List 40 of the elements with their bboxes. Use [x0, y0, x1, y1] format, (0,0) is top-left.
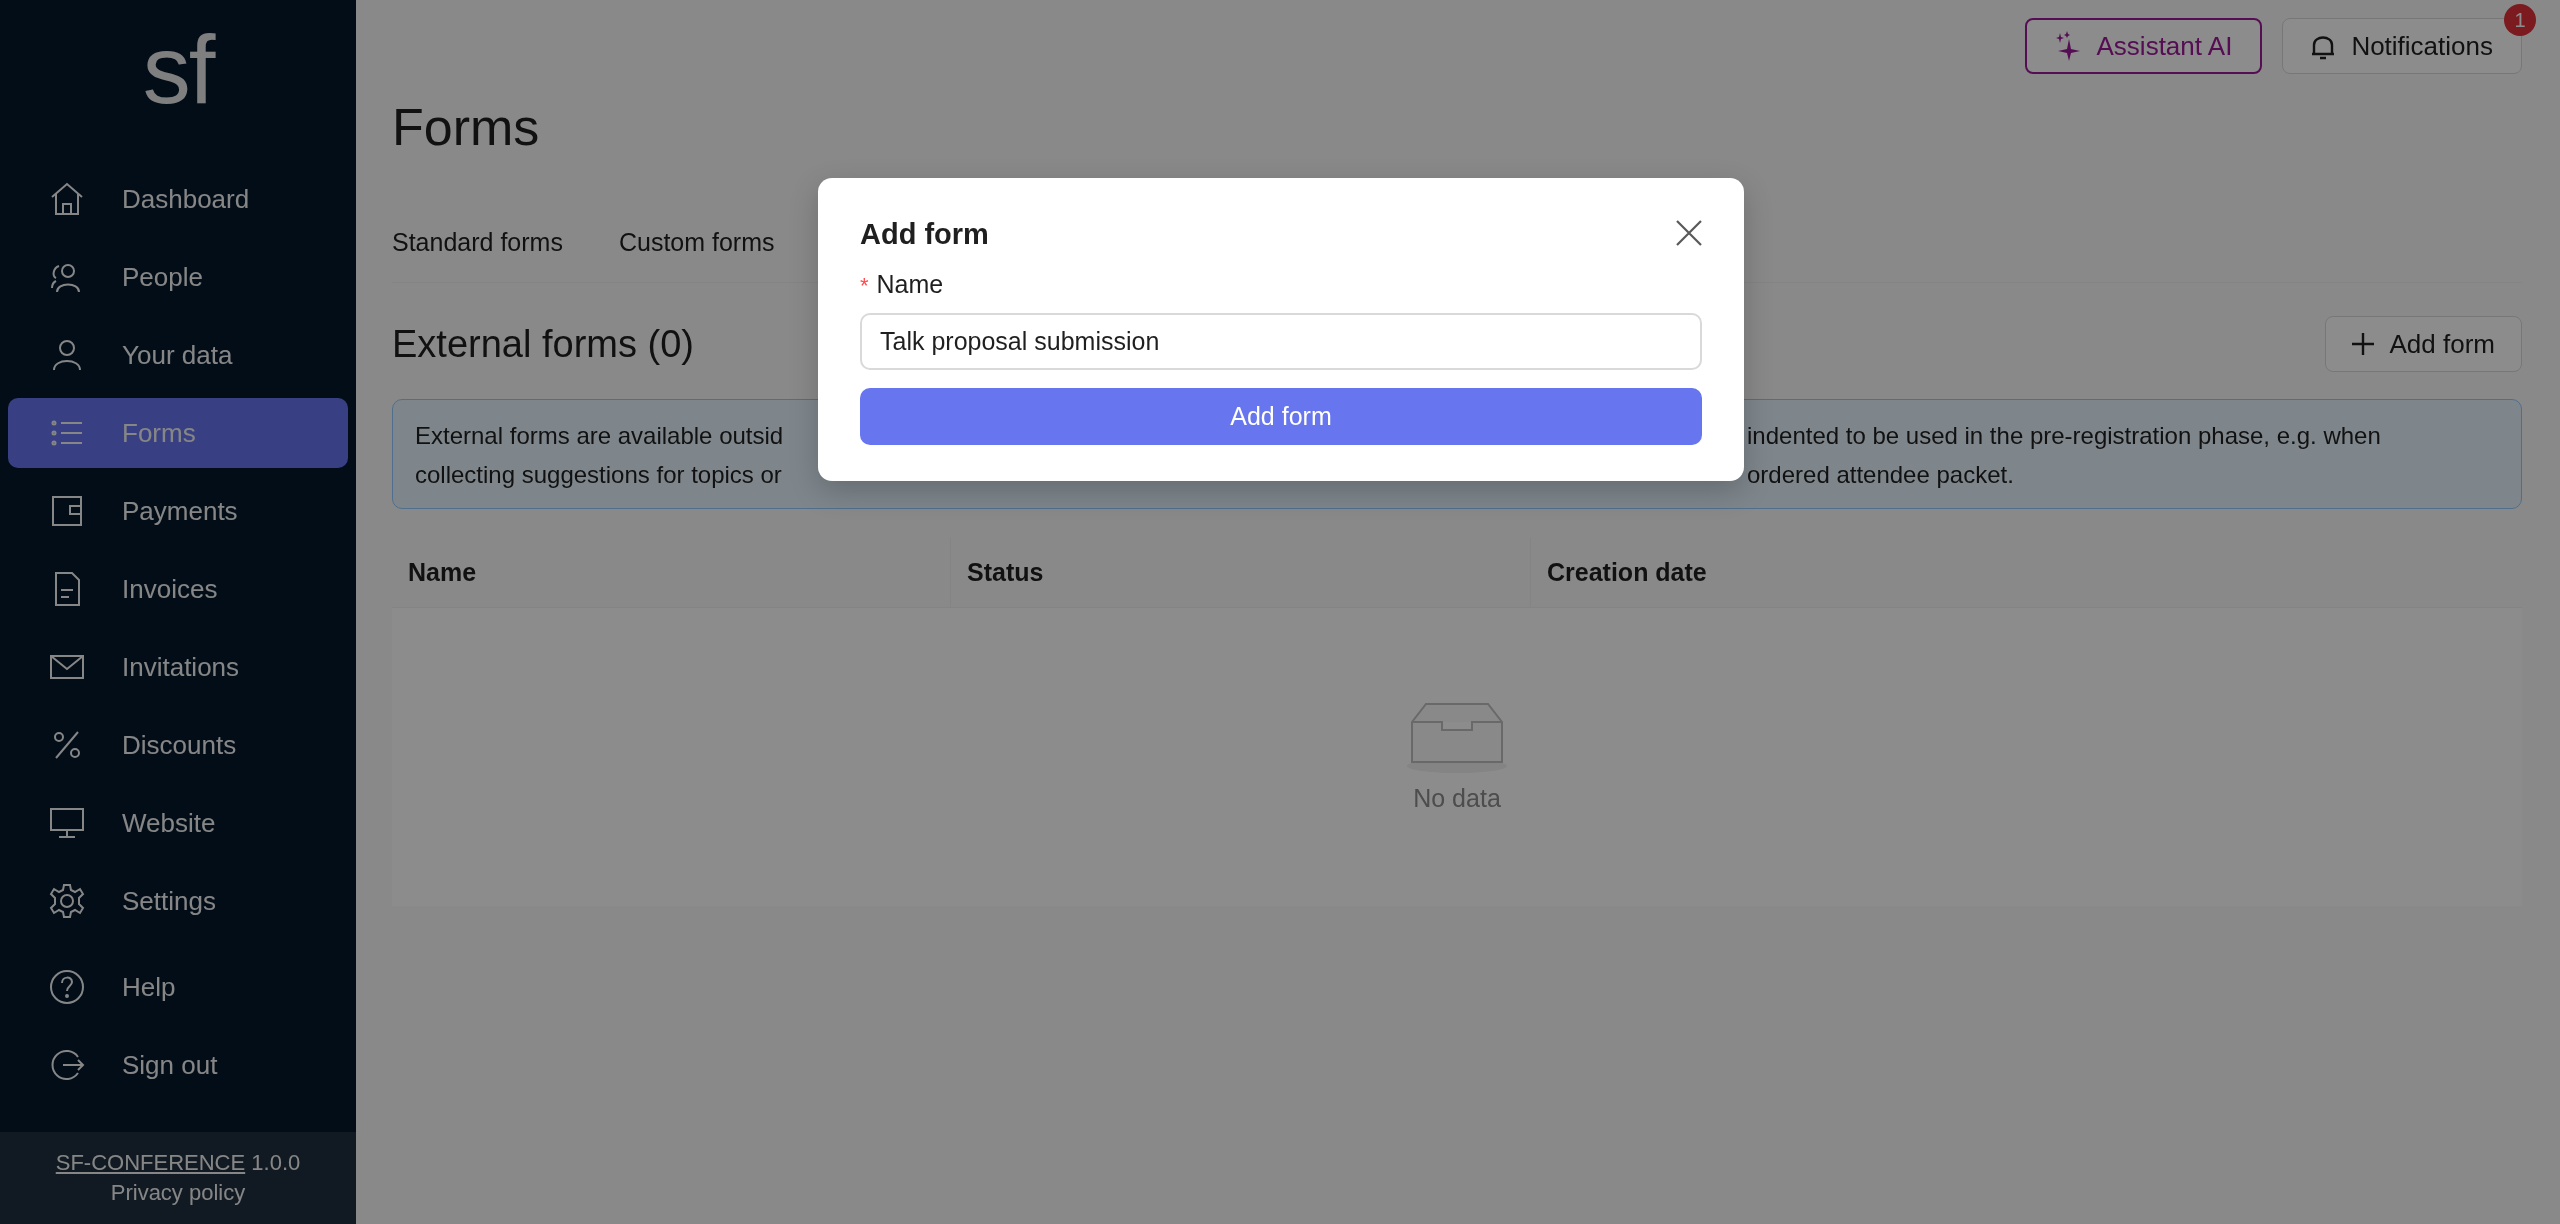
- plus-icon: [2351, 333, 2374, 355]
- section-title: External forms (0): [392, 322, 694, 366]
- required-mark: *: [860, 273, 869, 299]
- logo: sf: [142, 22, 214, 118]
- field-label: Name: [876, 270, 944, 299]
- info-text: indented to be used in the pre-registration phase, e.g. when: [1747, 421, 2381, 451]
- sidebar-item[interactable]: Website: [8, 788, 348, 858]
- page-title: Forms: [392, 97, 541, 158]
- tab[interactable]: Custom forms: [618, 202, 775, 282]
- sidebar-item[interactable]: Invitations: [8, 632, 348, 702]
- settings-icon: [48, 882, 86, 920]
- info-text: ordered attendee packet.: [1747, 460, 2014, 490]
- sidebar-item[interactable]: Sign out: [8, 1030, 348, 1100]
- info-text: External forms are available outsid: [415, 421, 784, 451]
- column-header: Creation date: [1530, 538, 2522, 607]
- sidebar-item[interactable]: Invoices: [8, 554, 348, 624]
- empty-text: No data: [1413, 783, 1501, 813]
- privacy-link[interactable]: Privacy policy: [110, 1180, 246, 1206]
- dialog-title: Add form: [860, 217, 989, 252]
- add-form-button[interactable]: Add form: [2324, 316, 2522, 372]
- sidebar-item[interactable]: Settings: [8, 866, 348, 936]
- sidebar-item[interactable]: Payments: [8, 476, 348, 546]
- app-link[interactable]: SF-CONFERENCE: [55, 1150, 246, 1175]
- sidebar-item[interactable]: Your data: [8, 320, 348, 390]
- help-icon: [48, 968, 86, 1006]
- name-field[interactable]: Talk proposal submission: [860, 313, 1702, 370]
- version-text: 1.0.0: [251, 1150, 301, 1175]
- tab[interactable]: Standard forms: [392, 202, 563, 282]
- column-header: Status: [950, 538, 1530, 607]
- add-form-button[interactable]: Add form: [860, 388, 1702, 445]
- sidebar-item[interactable]: People: [8, 242, 348, 312]
- column-header: Name: [407, 557, 478, 588]
- notification-badge: 1: [2504, 4, 2536, 36]
- close-icon[interactable]: [1676, 220, 1702, 246]
- sidebar-item[interactable]: Discounts: [8, 710, 348, 780]
- assistant-button[interactable]: Assistant AI: [2024, 18, 2263, 74]
- info-text: collecting suggestions for topics or: [415, 460, 782, 490]
- sidebar-item[interactable]: Help: [8, 952, 348, 1022]
- sidebar-item[interactable]: Dashboard: [8, 164, 348, 234]
- empty-inbox-icon: [1404, 701, 1510, 774]
